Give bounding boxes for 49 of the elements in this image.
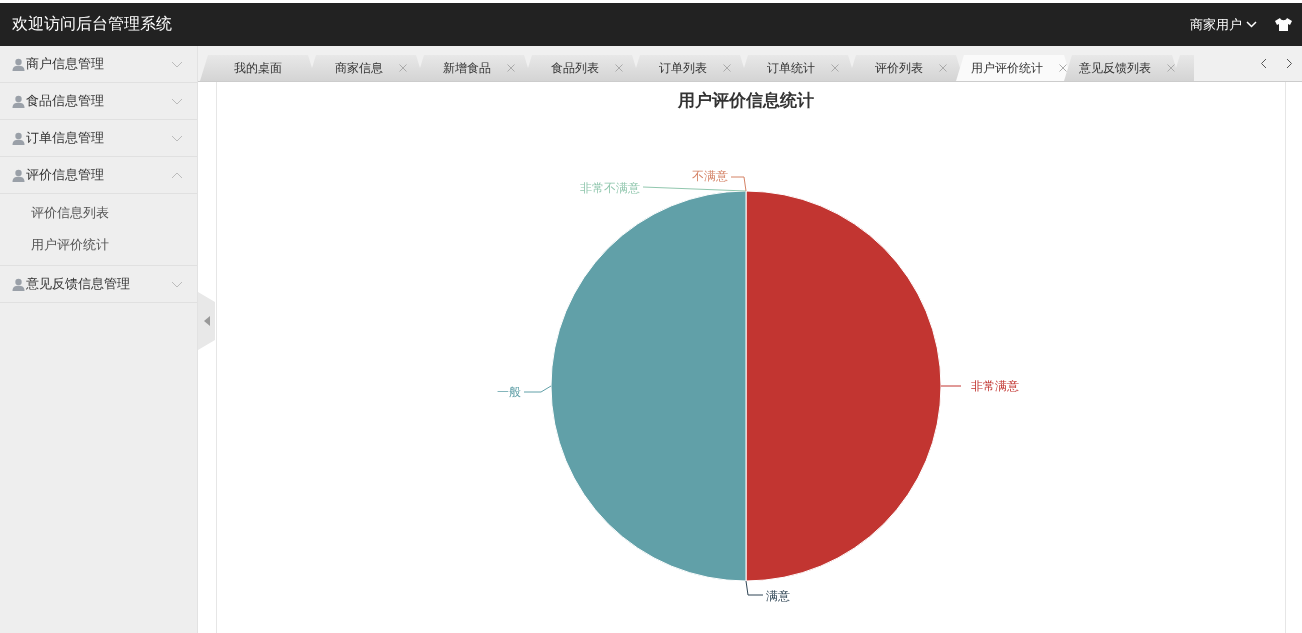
tab-label: 评价列表 [875,59,923,77]
person-icon [12,277,25,291]
menu-label: 评价信息管理 [26,166,104,184]
person-icon [12,131,25,145]
menu-item[interactable]: 评价信息管理 [0,157,197,194]
tab-label: 意见反馈列表 [1079,59,1151,77]
tab-label: 新增食品 [443,59,491,77]
submenu-item[interactable]: 用户评价统计 [0,229,197,261]
tab-label: 商家信息 [335,59,383,77]
menu-label: 意见反馈信息管理 [26,275,130,293]
chart-title: 用户评价信息统计 [678,90,814,110]
menu-label: 订单信息管理 [26,129,104,147]
leader-line [940,385,962,387]
menu-item[interactable]: 商户信息管理 [0,46,197,83]
menu-label: 商户信息管理 [26,55,104,73]
submenu-item[interactable]: 评价信息列表 [0,197,197,229]
close-icon[interactable] [1059,64,1067,72]
slice-label: 满意 [766,589,790,603]
menu-item[interactable]: 食品信息管理 [0,83,197,120]
close-icon[interactable] [615,64,623,72]
close-icon[interactable] [399,64,407,72]
menu-item[interactable]: 意见反馈信息管理 [0,266,197,303]
leader-line [745,580,764,596]
shirt-icon[interactable] [1275,18,1292,31]
chevron-down-icon [1246,21,1257,28]
close-icon[interactable] [507,64,515,72]
person-icon [12,94,25,108]
close-icon[interactable] [831,64,839,72]
user-menu[interactable]: 商家用户 [1190,15,1257,34]
slice-label: 非常不满意 [580,181,640,195]
tab-label: 用户评价统计 [971,59,1043,77]
tab-label: 订单列表 [659,59,707,77]
close-icon[interactable] [939,64,947,72]
close-icon[interactable] [723,64,731,72]
scroll-left-button[interactable] [1259,58,1267,69]
slice-label: 一般 [497,385,521,399]
slice-label: 不满意 [692,169,728,183]
menu-label: 食品信息管理 [26,92,104,110]
menu-item[interactable]: 订单信息管理 [0,120,197,157]
tab-label: 我的桌面 [234,59,282,77]
person-icon [12,57,25,71]
leader-line [523,385,552,393]
person-icon [12,168,25,182]
app-title: 欢迎访问后台管理系统 [12,14,172,35]
slice-label: 非常满意 [971,379,1019,393]
tab-label: 食品列表 [551,59,599,77]
tab-label: 订单统计 [767,59,815,77]
close-icon[interactable] [1167,64,1175,72]
scroll-right-button[interactable] [1285,58,1293,69]
